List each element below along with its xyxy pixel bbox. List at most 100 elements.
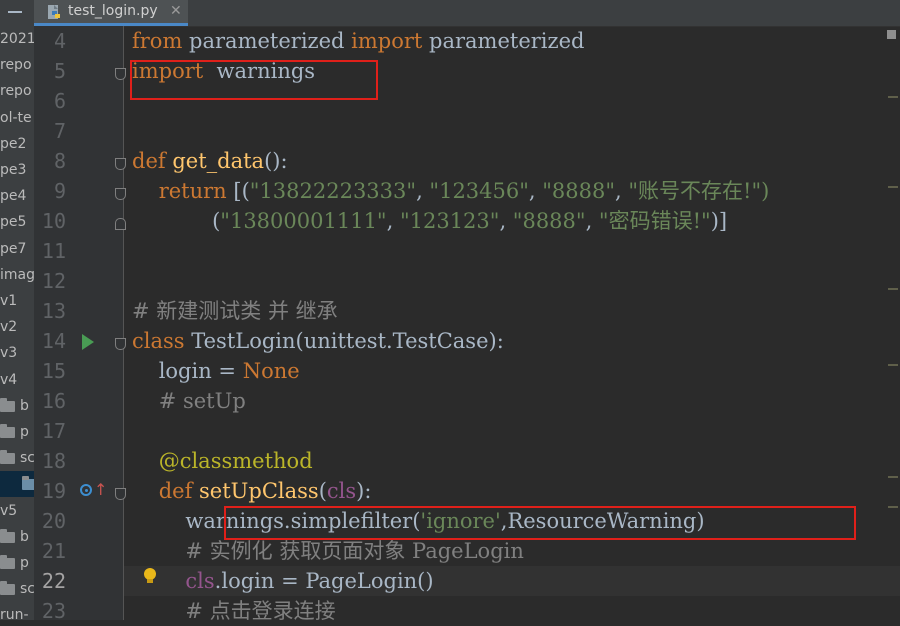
line-number: 22 — [41, 569, 66, 593]
tree-item-label: repo — [0, 57, 32, 74]
project-tree-panel: 2021 repo repo ol-te pe2 pe3 pe4 pe5 pe7 imag v1 v2… — [0, 0, 34, 620]
line-number: 8 — [53, 149, 66, 173]
line-number: 11 — [41, 239, 66, 263]
tree-item[interactable]: v2 — [0, 314, 34, 340]
highlight-box-simplefilter — [224, 506, 856, 540]
tree-item-label: v4 — [0, 371, 18, 388]
line-number: 14 — [41, 329, 66, 353]
inspection-icon[interactable] — [887, 30, 896, 39]
tree-item[interactable]: pe5 — [0, 209, 34, 235]
line-number: 20 — [41, 509, 66, 533]
tree-item[interactable]: pe2 — [0, 131, 34, 157]
line-number: 9 — [53, 179, 66, 203]
panel-header — [0, 0, 34, 26]
close-icon[interactable]: ✕ — [170, 3, 182, 19]
tree-item[interactable]: v4 — [0, 367, 34, 393]
tree-item[interactable]: p — [0, 550, 34, 576]
code-line: return [("13822223333", "123456", "8888"… — [132, 179, 770, 203]
tree-item[interactable]: run- — [0, 602, 34, 620]
tree-item-label: v3 — [0, 345, 18, 362]
code-line: class TestLogin(unittest.TestCase): — [132, 329, 504, 353]
tree-item-label: v5 — [0, 502, 18, 519]
tree-item-label: repo — [0, 83, 32, 100]
folder-icon — [0, 555, 15, 569]
line-number: 18 — [41, 449, 66, 473]
arrow-up-icon[interactable]: ↑ — [94, 480, 107, 499]
override-icon[interactable] — [80, 484, 92, 496]
folder-icon — [0, 397, 15, 412]
folder-icon — [0, 450, 15, 465]
scrollbar-markers[interactable] — [884, 26, 900, 620]
tree-item[interactable]: v3 — [0, 340, 34, 366]
code-line: def get_data(): — [132, 149, 288, 173]
lightbulb-icon[interactable] — [144, 568, 156, 583]
line-number: 12 — [41, 269, 66, 293]
tree-item-label: pe3 — [0, 162, 27, 178]
tree-item[interactable]: b — [0, 524, 34, 550]
tree-item-label: b — [20, 528, 29, 545]
tree-item[interactable]: pe4 — [0, 183, 34, 209]
highlight-box-import — [130, 60, 378, 100]
collapse-icon[interactable] — [8, 11, 22, 13]
tree-item[interactable]: repo — [0, 52, 34, 78]
line-number: 7 — [53, 119, 66, 143]
tree-item[interactable]: repo — [0, 78, 34, 104]
line-number: 19 — [41, 479, 66, 503]
line-number: 5 — [53, 59, 66, 83]
tree-item-label: b — [20, 397, 29, 414]
tree-item-label: 2021 — [0, 31, 34, 47]
code-line: login = None — [132, 359, 300, 383]
code-comment: # setUp — [132, 389, 246, 413]
tree-item[interactable]: b — [0, 393, 34, 419]
tree-item[interactable]: pe3 — [0, 157, 34, 183]
tree-item-label: pe2 — [0, 135, 27, 152]
tree-item[interactable]: imag — [0, 262, 34, 288]
scroll-mark[interactable] — [888, 364, 898, 366]
code-line: ("13800001111", "123123", "8888", "密码错误!… — [132, 209, 728, 233]
scroll-mark[interactable] — [888, 288, 898, 290]
code-line: from parameterized import parameterized — [132, 29, 585, 53]
tree-item-label: pe7 — [0, 240, 27, 257]
tree-item[interactable]: 2021 — [0, 26, 34, 52]
tab-test-login[interactable]: test_login.py ✕ — [34, 0, 188, 26]
line-number: 13 — [41, 299, 66, 323]
tree-item[interactable] — [0, 471, 34, 498]
tree-item-label: sc — [20, 450, 34, 467]
code-comment: # 新建测试类 并 继承 — [132, 299, 338, 323]
python-file-icon — [48, 5, 60, 19]
line-number: 23 — [41, 599, 66, 623]
tree-item-label: v1 — [0, 293, 18, 309]
tree-item[interactable]: p — [0, 419, 34, 445]
code-decorator: @classmethod — [132, 449, 313, 473]
line-number: 17 — [41, 419, 66, 443]
tree-item[interactable]: pe7 — [0, 236, 34, 262]
scroll-mark[interactable] — [888, 186, 898, 188]
line-number: 6 — [53, 89, 66, 113]
tree-item-label: ol-te — [0, 109, 32, 126]
scroll-mark[interactable] — [888, 96, 898, 98]
line-number: 16 — [41, 389, 66, 413]
scroll-mark[interactable] — [888, 506, 898, 508]
python-file-icon — [22, 476, 34, 491]
tree-item[interactable]: sc — [0, 445, 34, 471]
line-number: 10 — [41, 209, 66, 233]
scroll-mark[interactable] — [888, 476, 898, 478]
line-number: 4 — [53, 29, 66, 53]
folder-icon — [0, 424, 15, 438]
code-comment: # 实例化 获取页面对象 PageLogin — [132, 539, 524, 563]
tree-item-label: sc — [20, 581, 34, 598]
tree-item[interactable]: v1 — [0, 288, 34, 314]
tree-item-label: imag — [0, 266, 34, 283]
tree-item[interactable]: sc — [0, 576, 34, 602]
tree-item[interactable]: ol-te — [0, 105, 34, 131]
tree-item[interactable]: v5 — [0, 498, 34, 524]
editor-tab-bar: test_login.py ✕ — [34, 0, 900, 27]
run-icon[interactable] — [82, 334, 94, 350]
code-comment: # 点击登录连接 — [132, 599, 336, 620]
code-line: cls.login = PageLogin() — [185, 569, 434, 593]
folder-icon — [0, 581, 15, 596]
line-number: 21 — [41, 539, 66, 563]
tree-item-label: pe5 — [0, 214, 27, 231]
tree-item-label: p — [20, 424, 29, 440]
tree-item-label: run- — [0, 607, 29, 620]
